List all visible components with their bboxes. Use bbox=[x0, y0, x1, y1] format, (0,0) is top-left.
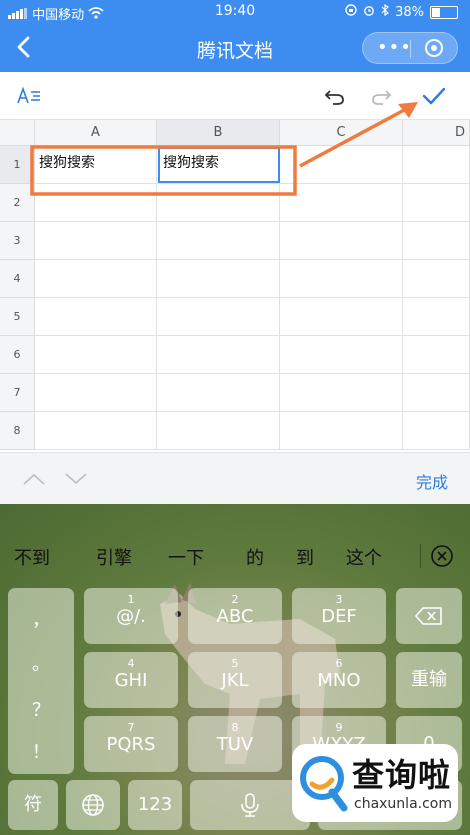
candidate-divider bbox=[420, 544, 421, 568]
punct-question[interactable]: ？ bbox=[8, 696, 74, 722]
grid-cell[interactable] bbox=[280, 260, 403, 298]
candidate-word-6[interactable]: 这个 bbox=[346, 544, 382, 570]
grid-cell[interactable] bbox=[280, 374, 403, 412]
row-header-8[interactable]: 8 bbox=[0, 412, 35, 450]
watermark-name: 查询啦 bbox=[352, 756, 452, 794]
candidate-word-1[interactable]: 不到 bbox=[14, 544, 50, 570]
done-button[interactable]: 完成 bbox=[416, 469, 448, 493]
annotation-overlay bbox=[30, 102, 418, 196]
collapse-candidates-icon[interactable] bbox=[430, 544, 454, 572]
key-8[interactable]: 8 TUV bbox=[188, 716, 282, 772]
annotation-arrow bbox=[299, 106, 409, 168]
grid-cell[interactable] bbox=[35, 336, 157, 374]
cell-nav-bar: 完成 bbox=[0, 452, 470, 504]
watermark-logo-icon bbox=[300, 756, 348, 812]
key-3[interactable]: 3 DEF bbox=[292, 588, 386, 644]
next-cell-icon[interactable] bbox=[64, 471, 88, 490]
key-1[interactable]: 1 @/. bbox=[84, 588, 178, 644]
key-5[interactable]: 5 JKL bbox=[188, 652, 282, 708]
key-2[interactable]: 2 ABC bbox=[188, 588, 282, 644]
candidate-word-5[interactable]: 到 bbox=[296, 544, 314, 570]
highlight-box bbox=[30, 145, 297, 196]
grid-cell[interactable] bbox=[403, 374, 470, 412]
key-6[interactable]: 6 MNO bbox=[292, 652, 386, 708]
number-key[interactable]: 123 bbox=[128, 780, 182, 830]
candidate-word-2[interactable]: 引擎 bbox=[96, 544, 132, 570]
grid-cell[interactable] bbox=[403, 336, 470, 374]
row-header-5[interactable]: 5 bbox=[0, 298, 35, 336]
grid-cell[interactable] bbox=[35, 298, 157, 336]
grid-cell[interactable] bbox=[35, 260, 157, 298]
row-header-6[interactable]: 6 bbox=[0, 336, 35, 374]
watermark-domain: chaxunla.com bbox=[354, 796, 452, 812]
globe-key[interactable] bbox=[66, 780, 120, 830]
punctuation-column: ， 。 ？ ！ bbox=[8, 588, 74, 774]
chaxunla-watermark: 查询啦 chaxunla.com bbox=[292, 744, 458, 822]
grid-cell[interactable] bbox=[157, 298, 280, 336]
row-header-4[interactable]: 4 bbox=[0, 260, 35, 298]
grid-cell[interactable] bbox=[157, 374, 280, 412]
row-header-7[interactable]: 7 bbox=[0, 374, 35, 412]
punct-period[interactable]: 。 bbox=[8, 650, 74, 676]
grid-cell[interactable] bbox=[280, 336, 403, 374]
grid-cell[interactable] bbox=[157, 412, 280, 450]
candidate-word-3[interactable]: 一下 bbox=[168, 544, 204, 570]
grid-cell[interactable] bbox=[403, 412, 470, 450]
previous-cell-icon[interactable] bbox=[22, 471, 46, 490]
grid-cell[interactable] bbox=[280, 412, 403, 450]
grid-cell[interactable] bbox=[280, 298, 403, 336]
grid-cell[interactable] bbox=[403, 298, 470, 336]
punct-comma[interactable]: ， bbox=[8, 606, 74, 632]
grid-cell[interactable] bbox=[35, 412, 157, 450]
backspace-icon bbox=[414, 607, 442, 625]
globe-icon bbox=[82, 794, 104, 816]
punct-exclaim[interactable]: ！ bbox=[8, 738, 74, 764]
backspace-key[interactable] bbox=[396, 588, 462, 644]
reinput-key[interactable]: 重输 bbox=[396, 652, 462, 708]
microphone-icon bbox=[241, 793, 259, 817]
key-7[interactable]: 7 PQRS bbox=[84, 716, 178, 772]
grid-cell[interactable] bbox=[403, 260, 470, 298]
candidate-word-4[interactable]: 的 bbox=[246, 544, 264, 570]
symbols-key[interactable]: 符 bbox=[8, 780, 58, 830]
grid-cell[interactable] bbox=[157, 260, 280, 298]
key-4[interactable]: 4 GHI bbox=[84, 652, 178, 708]
grid-cell[interactable] bbox=[157, 336, 280, 374]
grid-cell[interactable] bbox=[35, 374, 157, 412]
